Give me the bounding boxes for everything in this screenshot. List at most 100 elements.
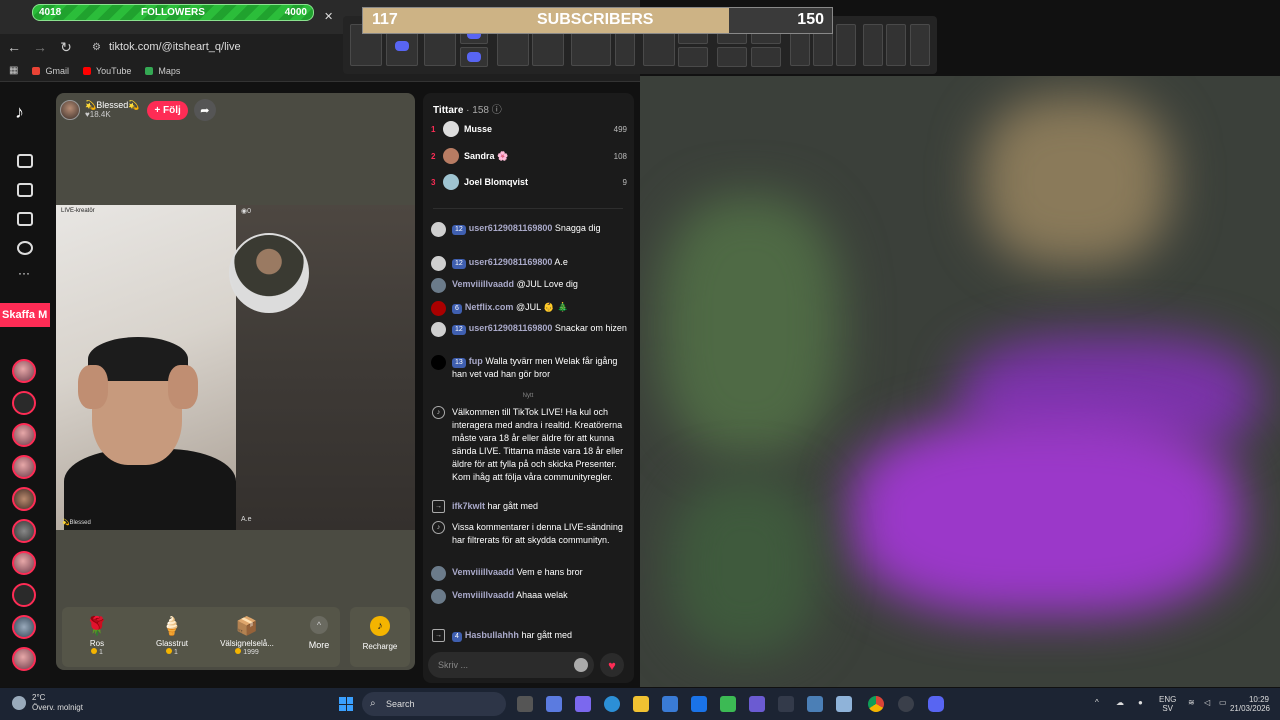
live-avatar[interactable] bbox=[12, 583, 36, 607]
taskbar-search[interactable]: ⌕ Search bbox=[362, 692, 506, 716]
live-avatar[interactable] bbox=[12, 615, 36, 639]
tab-close-icon[interactable]: ✕ bbox=[324, 10, 333, 23]
app-icon[interactable] bbox=[778, 696, 794, 712]
chat-text: Snagga dig bbox=[554, 223, 601, 233]
explore-icon[interactable] bbox=[17, 212, 33, 226]
history-icon[interactable] bbox=[17, 241, 33, 255]
language-indicator[interactable]: ENG SV bbox=[1159, 695, 1176, 713]
live-avatar[interactable] bbox=[12, 455, 36, 479]
chat-username[interactable]: Vemviiillvaadd bbox=[452, 279, 514, 289]
volume-icon[interactable]: ◁ bbox=[1204, 698, 1210, 707]
chat-username[interactable]: Hasbullahhh bbox=[465, 630, 519, 640]
chat-message: 13 fup Walla tyvärr men Welak får igång h… bbox=[431, 355, 627, 381]
host-header: 💫Blessed💫 ♥18.4K + Följ ➦ bbox=[60, 98, 216, 122]
gift-price: 1999 bbox=[243, 649, 259, 656]
task-view-icon[interactable] bbox=[517, 696, 533, 712]
chat-message: Vemviiillvaadd Vem e hans bror bbox=[431, 566, 627, 581]
recharge-button[interactable]: ♪ Recharge bbox=[350, 607, 410, 667]
follow-button[interactable]: + Följ bbox=[147, 100, 188, 120]
more-icon[interactable]: ··· bbox=[18, 266, 30, 280]
gift-item-ros[interactable]: 🌹 Ros 1 bbox=[65, 613, 129, 656]
chat-message: 12 user6129081169800 Snagga dig bbox=[431, 222, 627, 237]
live-avatar[interactable] bbox=[12, 551, 36, 575]
back-icon[interactable]: ← bbox=[2, 35, 26, 59]
share-icon[interactable]: ➦ bbox=[193, 99, 216, 121]
coin-icon bbox=[166, 648, 173, 654]
start-button[interactable] bbox=[339, 697, 353, 711]
file-explorer-icon[interactable] bbox=[633, 696, 649, 712]
mic-icon[interactable]: ● bbox=[1138, 698, 1143, 707]
overlay-slot bbox=[717, 47, 747, 67]
app-icon[interactable] bbox=[807, 696, 823, 712]
weather-widget[interactable]: 2°C Överv. molnigt bbox=[12, 693, 83, 713]
chat-username[interactable]: Vemviiillvaadd bbox=[452, 590, 514, 600]
chat-text: A.e bbox=[554, 257, 568, 267]
edge-icon[interactable] bbox=[604, 696, 620, 712]
chat-username[interactable]: user6129081169800 bbox=[469, 323, 553, 333]
live-avatar[interactable] bbox=[12, 423, 36, 447]
gift-price: 1 bbox=[174, 649, 178, 656]
app-icon[interactable] bbox=[720, 696, 736, 712]
live-avatar[interactable] bbox=[12, 391, 36, 415]
gift-item-glasstrut[interactable]: 🍦 Glasstrut 1 bbox=[140, 613, 204, 656]
level-badge: 12 bbox=[452, 325, 466, 335]
chrome-icon[interactable] bbox=[868, 696, 884, 712]
viewer-row[interactable]: 2 Sandra 🌸 108 bbox=[431, 146, 627, 166]
chat-input[interactable]: Skriv ... bbox=[428, 652, 594, 678]
forward-icon[interactable]: → bbox=[28, 35, 52, 59]
heart-icon[interactable]: ♥ bbox=[600, 653, 624, 677]
live-video[interactable]: LIVE-kreatör ◉0 A.e 💫Blessed 💫Blessed💫 ♥… bbox=[56, 93, 415, 670]
chat-username[interactable]: Vemviiillvaadd bbox=[452, 567, 514, 577]
bookmark-gmail[interactable]: Gmail bbox=[32, 66, 69, 76]
site-info-icon[interactable]: ⚙ bbox=[92, 42, 101, 53]
live-tv-icon[interactable] bbox=[17, 154, 33, 168]
bookmark-youtube[interactable]: YouTube bbox=[82, 66, 131, 76]
discord-icon[interactable] bbox=[928, 696, 944, 712]
chat-username[interactable]: fup bbox=[469, 356, 483, 366]
rose-icon: 🌹 bbox=[85, 616, 109, 636]
gift-item-valsignelse[interactable]: 📦 Välsignelselå... 1999 bbox=[215, 613, 279, 656]
reload-icon[interactable]: ↻ bbox=[54, 35, 78, 59]
more-gifts-button[interactable]: ^ More bbox=[297, 607, 341, 667]
url-input[interactable]: ⚙ tiktok.com/@itsheart_q/live bbox=[86, 36, 346, 58]
app-icon[interactable] bbox=[836, 696, 852, 712]
live-avatar[interactable] bbox=[12, 359, 36, 383]
chat-username[interactable]: user6129081169800 bbox=[469, 257, 553, 267]
teams-icon[interactable] bbox=[575, 696, 591, 712]
chat-username[interactable]: ifk7kwlt bbox=[452, 501, 485, 511]
obs-icon[interactable] bbox=[898, 696, 914, 712]
get-app-button[interactable]: Skaffa M bbox=[0, 303, 50, 327]
video-icon[interactable] bbox=[17, 183, 33, 197]
cloud-icon[interactable]: ☁ bbox=[1116, 698, 1124, 707]
subscribers-goal: 150 bbox=[797, 11, 824, 28]
mail-icon[interactable] bbox=[691, 696, 707, 712]
guest-score-tag: ◉0 bbox=[241, 208, 252, 215]
wifi-icon[interactable]: ≋ bbox=[1188, 698, 1195, 707]
temperature: 2°C bbox=[32, 693, 46, 702]
live-avatar[interactable] bbox=[12, 519, 36, 543]
live-avatar[interactable] bbox=[12, 647, 36, 671]
desktop-screen: 4018 FOLLOWERS 4000 ✕ ← → ↻ ⚙ tiktok.com… bbox=[0, 0, 1280, 720]
coin-icon bbox=[235, 648, 242, 654]
info-icon[interactable]: ⓘ bbox=[492, 105, 502, 116]
live-avatar[interactable] bbox=[12, 487, 36, 511]
copilot-icon[interactable] bbox=[546, 696, 562, 712]
store-icon[interactable] bbox=[662, 696, 678, 712]
level-badge: 6 bbox=[452, 304, 462, 314]
chat-username[interactable]: Netflix.com bbox=[465, 302, 514, 312]
apps-grid-icon[interactable]: ▦ bbox=[9, 65, 18, 76]
host-name[interactable]: 💫Blessed💫 bbox=[85, 100, 139, 110]
tiktok-logo-icon[interactable]: ♪ bbox=[15, 102, 24, 123]
viewer-row[interactable]: 3 Joel Blomqvist 9 bbox=[431, 172, 627, 192]
clock[interactable]: 10:29 21/03/2026 bbox=[1226, 695, 1274, 713]
app-icon[interactable] bbox=[749, 696, 765, 712]
chat-username[interactable]: user6129081169800 bbox=[469, 223, 553, 233]
viewer-row[interactable]: 1 Musse 499 bbox=[431, 119, 627, 139]
divider bbox=[433, 208, 623, 209]
tray-overflow-icon[interactable]: ^ bbox=[1095, 698, 1099, 707]
weather-text: Överv. molnigt bbox=[32, 703, 83, 712]
bookmark-maps[interactable]: Maps bbox=[145, 66, 180, 76]
emoji-icon[interactable] bbox=[574, 658, 588, 672]
system-message: ♪ Välkommen till TikTok LIVE! Ha kul och… bbox=[431, 406, 627, 484]
host-avatar[interactable] bbox=[60, 100, 80, 120]
